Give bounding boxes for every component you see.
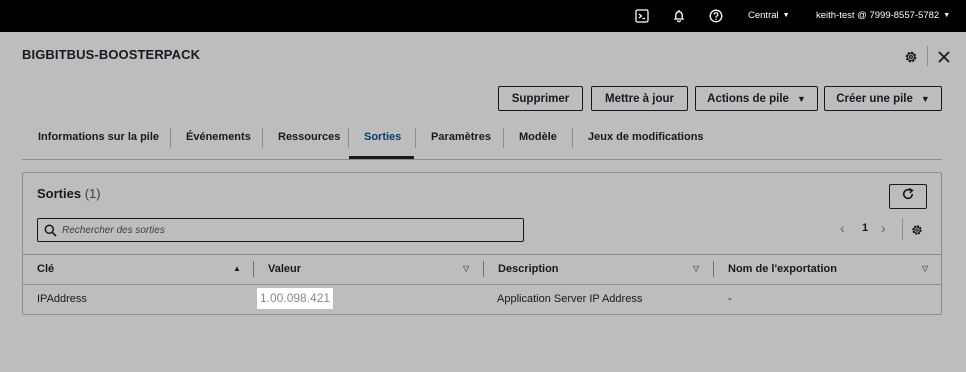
tab-divider [415, 128, 416, 148]
column-header-description[interactable]: Description [498, 263, 559, 275]
caret-down-icon: ▼ [943, 12, 951, 19]
outputs-title-label: Sorties [37, 186, 82, 201]
caret-down-icon: ▼ [920, 93, 930, 104]
search-icon [44, 224, 57, 237]
outputs-panel [22, 172, 942, 315]
sort-icon[interactable]: ▽ [922, 264, 928, 273]
active-tab-indicator [349, 156, 414, 159]
tab-outputs[interactable]: Sorties [364, 131, 401, 143]
tab-events[interactable]: Événements [186, 131, 251, 143]
sort-ascending-icon[interactable]: ▲ [233, 264, 241, 273]
column-divider[interactable] [483, 261, 484, 277]
tab-divider [572, 128, 573, 148]
help-icon[interactable] [708, 8, 724, 24]
tab-stack-info[interactable]: Informations sur la pile [38, 131, 159, 143]
cell-export-name: - [728, 293, 732, 305]
tab-resources[interactable]: Ressources [278, 131, 340, 143]
tab-parameters[interactable]: Paramètres [431, 131, 491, 143]
table-settings-gear-icon[interactable] [910, 223, 924, 237]
update-button-label: Mettre à jour [604, 92, 674, 105]
next-page-icon[interactable]: › [881, 220, 886, 236]
delete-button-label: Supprimer [511, 92, 570, 105]
column-divider[interactable] [713, 261, 714, 277]
tab-divider [503, 128, 504, 148]
page-number[interactable]: 1 [862, 222, 868, 234]
column-header-export-name[interactable]: Nom de l'exportation [728, 263, 837, 275]
header-divider [927, 46, 928, 66]
tabs-baseline [22, 159, 942, 160]
search-field[interactable] [37, 218, 524, 242]
sort-icon[interactable]: ▽ [693, 264, 699, 273]
create-stack-label: Créer une pile [836, 92, 913, 105]
table-header-border [23, 284, 941, 285]
account-label: keith-test @ 7999-8557-5782 [816, 10, 940, 21]
close-icon[interactable] [935, 48, 953, 66]
tab-divider [170, 128, 171, 148]
update-button[interactable]: Mettre à jour [591, 86, 688, 111]
column-header-value[interactable]: Valeur [268, 263, 301, 275]
create-stack-dropdown[interactable]: Créer une pile ▼ [824, 86, 942, 111]
cell-key: IPAddress [37, 293, 87, 305]
column-divider[interactable] [253, 261, 254, 277]
region-label: Central [748, 10, 779, 21]
notifications-icon[interactable] [671, 8, 687, 24]
page-title: BIGBITBUS-BOOSTERPACK [22, 47, 201, 62]
stack-actions-label: Actions de pile [707, 92, 789, 105]
previous-page-icon[interactable]: ‹ [840, 220, 845, 236]
column-header-key[interactable]: Clé [37, 263, 54, 275]
cell-description: Application Server IP Address [497, 293, 643, 305]
region-selector[interactable]: Central ▼ [748, 10, 790, 21]
settings-gear-icon[interactable] [903, 49, 919, 65]
search-input[interactable] [62, 222, 512, 238]
cell-value[interactable]: 1.00.098.421 [257, 288, 334, 309]
tab-divider [262, 128, 263, 148]
tab-change-sets[interactable]: Jeux de modifications [588, 131, 704, 143]
outputs-title: Sorties (1) [37, 186, 101, 201]
tab-divider [348, 128, 349, 148]
sort-icon[interactable]: ▽ [463, 264, 469, 273]
outputs-count: (1) [84, 186, 101, 201]
tab-template[interactable]: Modèle [519, 131, 557, 143]
caret-down-icon: ▼ [796, 93, 806, 104]
refresh-icon [901, 187, 915, 206]
refresh-button[interactable] [889, 184, 927, 209]
table-top-border [23, 254, 941, 255]
caret-down-icon: ▼ [782, 12, 790, 19]
cloudshell-icon[interactable] [634, 8, 650, 24]
stack-actions-dropdown[interactable]: Actions de pile ▼ [695, 86, 818, 111]
delete-button[interactable]: Supprimer [498, 86, 583, 111]
pagination-divider [902, 218, 903, 240]
account-menu[interactable]: keith-test @ 7999-8557-5782 ▼ [816, 10, 950, 21]
top-navigation-bar: Central ▼ keith-test @ 7999-8557-5782 ▼ [0, 0, 966, 32]
